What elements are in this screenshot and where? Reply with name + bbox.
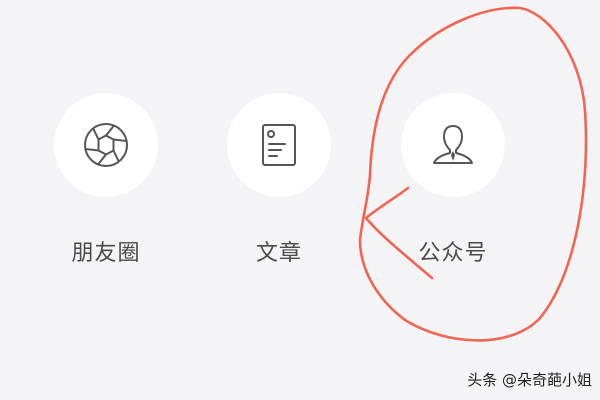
article-icon-circle[interactable] <box>227 93 331 197</box>
share-as-article-button[interactable]: 文章 <box>227 93 331 267</box>
share-to-official-account-button[interactable]: 公众号 <box>401 93 505 267</box>
document-icon <box>262 124 296 166</box>
shutter-icon <box>84 123 128 167</box>
person-icon <box>433 125 473 164</box>
watermark: 头条 @朵奇葩小姐 <box>467 371 592 389</box>
moments-label: 朋友圈 <box>71 241 141 266</box>
moments-icon-circle[interactable] <box>54 93 158 197</box>
official-account-icon-circle[interactable] <box>401 93 505 197</box>
share-to-moments-button[interactable]: 朋友圈 <box>54 93 158 267</box>
official-account-label: 公众号 <box>418 241 488 266</box>
article-label: 文章 <box>255 241 302 266</box>
